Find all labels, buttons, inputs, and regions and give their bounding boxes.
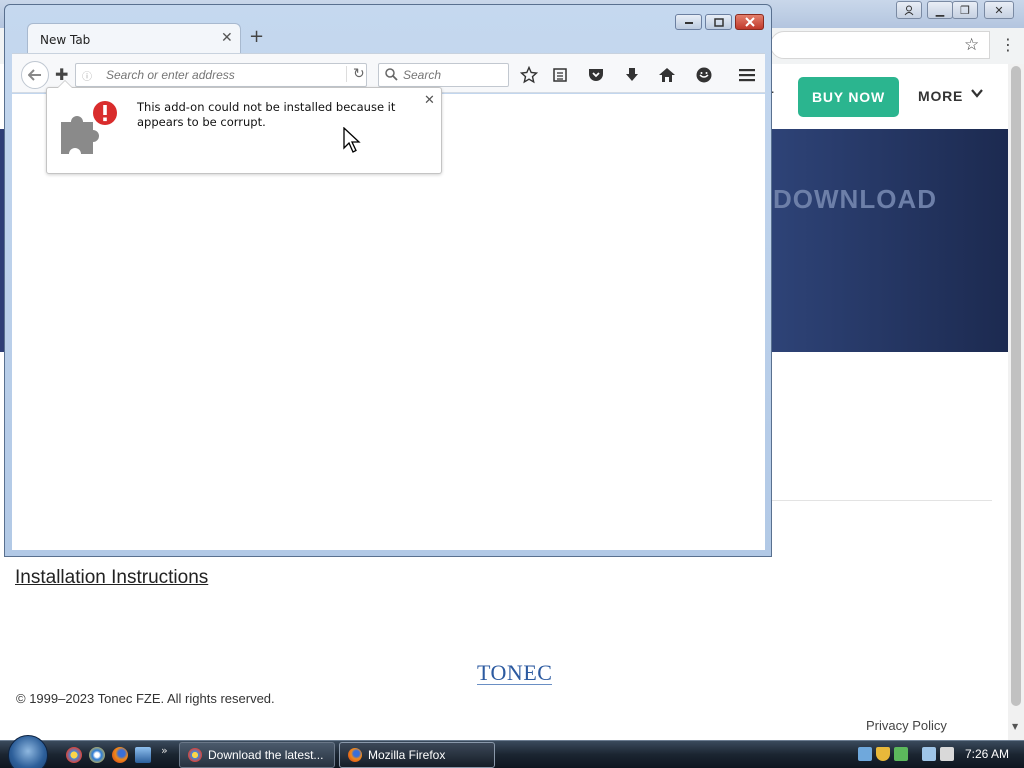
start-button[interactable] [8, 735, 48, 768]
popup-message: This add-on could not be installed becau… [137, 100, 396, 129]
background-omnibox[interactable] [770, 31, 990, 59]
profile-icon [904, 5, 914, 15]
bookmark-star-icon[interactable]: ☆ [964, 35, 979, 55]
divider [772, 500, 992, 501]
close-icon [744, 17, 755, 27]
bg-minimize-button[interactable]: ▁ [927, 1, 953, 19]
show-desktop-icon[interactable] [135, 747, 151, 763]
taskbar-button-firefox[interactable]: Mozilla Firefox [339, 742, 495, 768]
back-arrow-icon [28, 69, 41, 81]
addon-install-error-popup: This add-on could not be installed becau… [46, 80, 442, 174]
tray-network-icon[interactable] [858, 747, 872, 761]
puzzle-error-icon [61, 101, 117, 154]
search-input[interactable] [403, 68, 503, 82]
search-box[interactable] [378, 63, 509, 87]
chevron-down-icon[interactable] [970, 86, 984, 100]
copyright-text: © 1999–2023 Tonec FZE. All rights reserv… [16, 691, 275, 706]
taskbar-button-download[interactable]: Download the latest... [179, 742, 335, 768]
info-icon[interactable]: ⓘ [82, 68, 92, 83]
windows-taskbar: » Download the latest... Mozilla Firefox… [0, 735, 1024, 768]
bookmark-star-icon [520, 66, 538, 84]
scrollbar-thumb[interactable] [1011, 66, 1021, 706]
bg-restore-button[interactable]: ❐ [952, 1, 978, 19]
hamburger-menu-icon [739, 69, 755, 82]
back-button[interactable] [21, 61, 49, 89]
hello-icon [696, 67, 712, 83]
reload-icon[interactable]: ↻ [346, 66, 365, 82]
taskbar-clock[interactable]: 7:26 AM [965, 747, 1009, 761]
pocket-icon [589, 69, 603, 81]
profile-button[interactable] [896, 1, 922, 19]
tab-close-icon[interactable]: ✕ [221, 30, 233, 46]
tab-title: New Tab [40, 33, 91, 47]
restore-icon [713, 17, 724, 27]
url-input[interactable] [106, 68, 326, 82]
menu-button[interactable] [735, 63, 759, 87]
tray-monitor-icon[interactable] [922, 747, 936, 761]
tray-security-icon[interactable] [876, 747, 890, 761]
firefox-quicklaunch-icon[interactable] [112, 747, 128, 763]
minimize-icon [684, 22, 693, 24]
popup-arrow-inner [58, 81, 72, 88]
quicklaunch-more-icon[interactable]: » [161, 744, 168, 757]
download-button[interactable] [620, 63, 644, 87]
tray-volume-muted-icon[interactable] [940, 747, 954, 761]
firefox-icon [348, 748, 362, 762]
hero-heading: DOWNLOAD [773, 184, 937, 214]
ff-restore-button[interactable] [705, 14, 732, 30]
ff-close-button[interactable] [735, 14, 764, 30]
mouse-cursor-icon [343, 127, 361, 153]
buy-now-button[interactable]: BUY NOW [798, 77, 899, 117]
taskbar-label: Mozilla Firefox [368, 748, 446, 762]
reading-list-button[interactable] [548, 63, 572, 87]
reading-list-icon [553, 68, 567, 82]
home-icon [659, 68, 675, 82]
url-bar[interactable]: ⓘ ↻ [75, 63, 367, 87]
tonec-logo[interactable]: TONEC [477, 662, 553, 685]
chrome-menu-icon[interactable]: ⋮ [1000, 35, 1016, 54]
minimize-icon: ▁ [935, 3, 945, 17]
pocket-button[interactable] [584, 63, 608, 87]
privacy-policy-link[interactable]: Privacy Policy [866, 718, 947, 733]
download-icon [626, 68, 638, 81]
home-button[interactable] [655, 63, 679, 87]
bookmark-button[interactable] [517, 63, 541, 87]
chrome-quicklaunch-icon[interactable] [66, 747, 82, 763]
chrome-icon [188, 748, 202, 762]
search-icon [385, 68, 398, 81]
scroll-down-arrow-icon[interactable]: ▼ [1012, 722, 1018, 731]
close-icon: ✕ [994, 3, 1004, 17]
installation-instructions-link[interactable]: Installation Instructions [15, 567, 208, 589]
ff-minimize-button[interactable] [675, 14, 702, 30]
new-tab-plus-icon[interactable]: + [249, 26, 264, 47]
restore-icon: ❐ [960, 3, 970, 17]
taskbar-label: Download the latest... [208, 748, 324, 762]
popup-close-icon[interactable]: ✕ [424, 93, 435, 108]
tray-update-icon[interactable] [894, 747, 908, 761]
ie-quicklaunch-icon[interactable] [89, 747, 105, 763]
bg-close-button[interactable]: ✕ [984, 1, 1014, 19]
hello-button[interactable] [692, 63, 716, 87]
more-menu-button[interactable]: MORE [918, 88, 963, 104]
tab-new-tab[interactable]: New Tab ✕ [27, 23, 241, 57]
page-scrollbar[interactable]: ▼ [1008, 64, 1024, 740]
